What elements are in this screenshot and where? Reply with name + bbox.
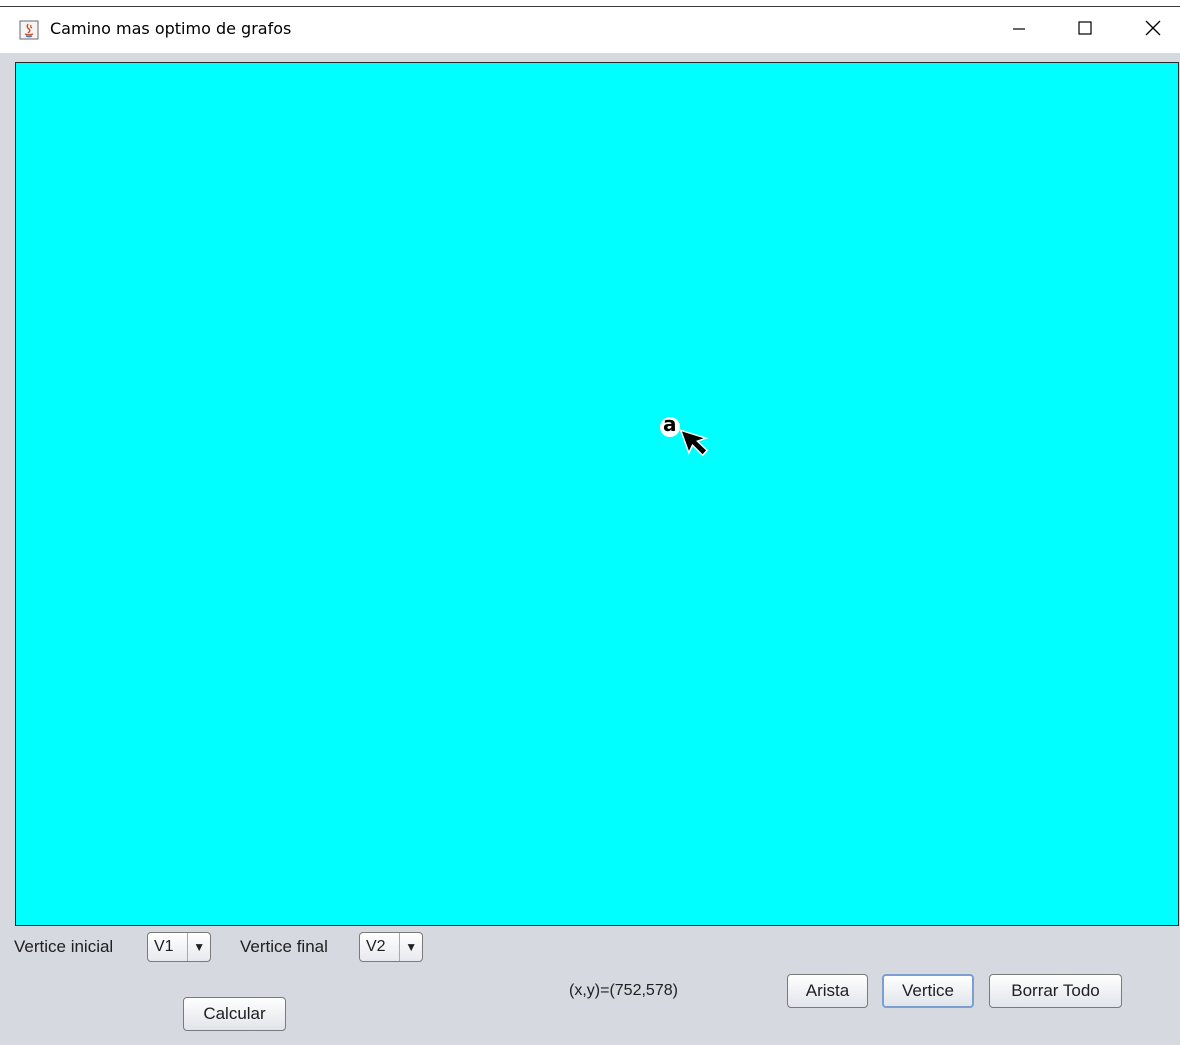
- borrar-todo-button[interactable]: Borrar Todo: [989, 974, 1122, 1008]
- vertice-inicial-value: V1: [154, 938, 174, 955]
- coordinates-readout: (x,y)=(752,578): [569, 982, 678, 999]
- window-title: Camino mas optimo de grafos: [50, 19, 292, 38]
- maximize-icon: [1077, 20, 1093, 41]
- minimize-icon: [1011, 20, 1027, 41]
- triangle-down-icon[interactable]: ▼: [187, 933, 210, 961]
- vertice-final-value: V2: [366, 938, 386, 955]
- arista-button[interactable]: Arista: [787, 974, 868, 1008]
- vertice-inicial-label: Vertice inicial: [14, 937, 114, 956]
- vertice-final-select[interactable]: V2 ▼: [359, 932, 423, 962]
- triangle-down-icon[interactable]: ▼: [399, 933, 422, 961]
- maximize-button[interactable]: [1062, 7, 1108, 53]
- minimize-button[interactable]: [996, 7, 1042, 53]
- vertice-final-label: Vertice final: [240, 937, 328, 956]
- close-button[interactable]: [1130, 7, 1176, 53]
- calcular-button[interactable]: Calcular: [183, 997, 286, 1031]
- graph-canvas[interactable]: a: [15, 62, 1179, 926]
- java-app-icon[interactable]: [19, 20, 39, 40]
- mouse-pointer-icon: [673, 429, 713, 469]
- close-icon: [1144, 19, 1162, 42]
- vertice-inicial-select[interactable]: V1 ▼: [147, 932, 211, 962]
- title-bar: Camino mas optimo de grafos: [0, 7, 1180, 53]
- vertice-button[interactable]: Vertice: [882, 974, 974, 1008]
- app-window: Camino mas optimo de grafos a Vertice in…: [0, 6, 1180, 1045]
